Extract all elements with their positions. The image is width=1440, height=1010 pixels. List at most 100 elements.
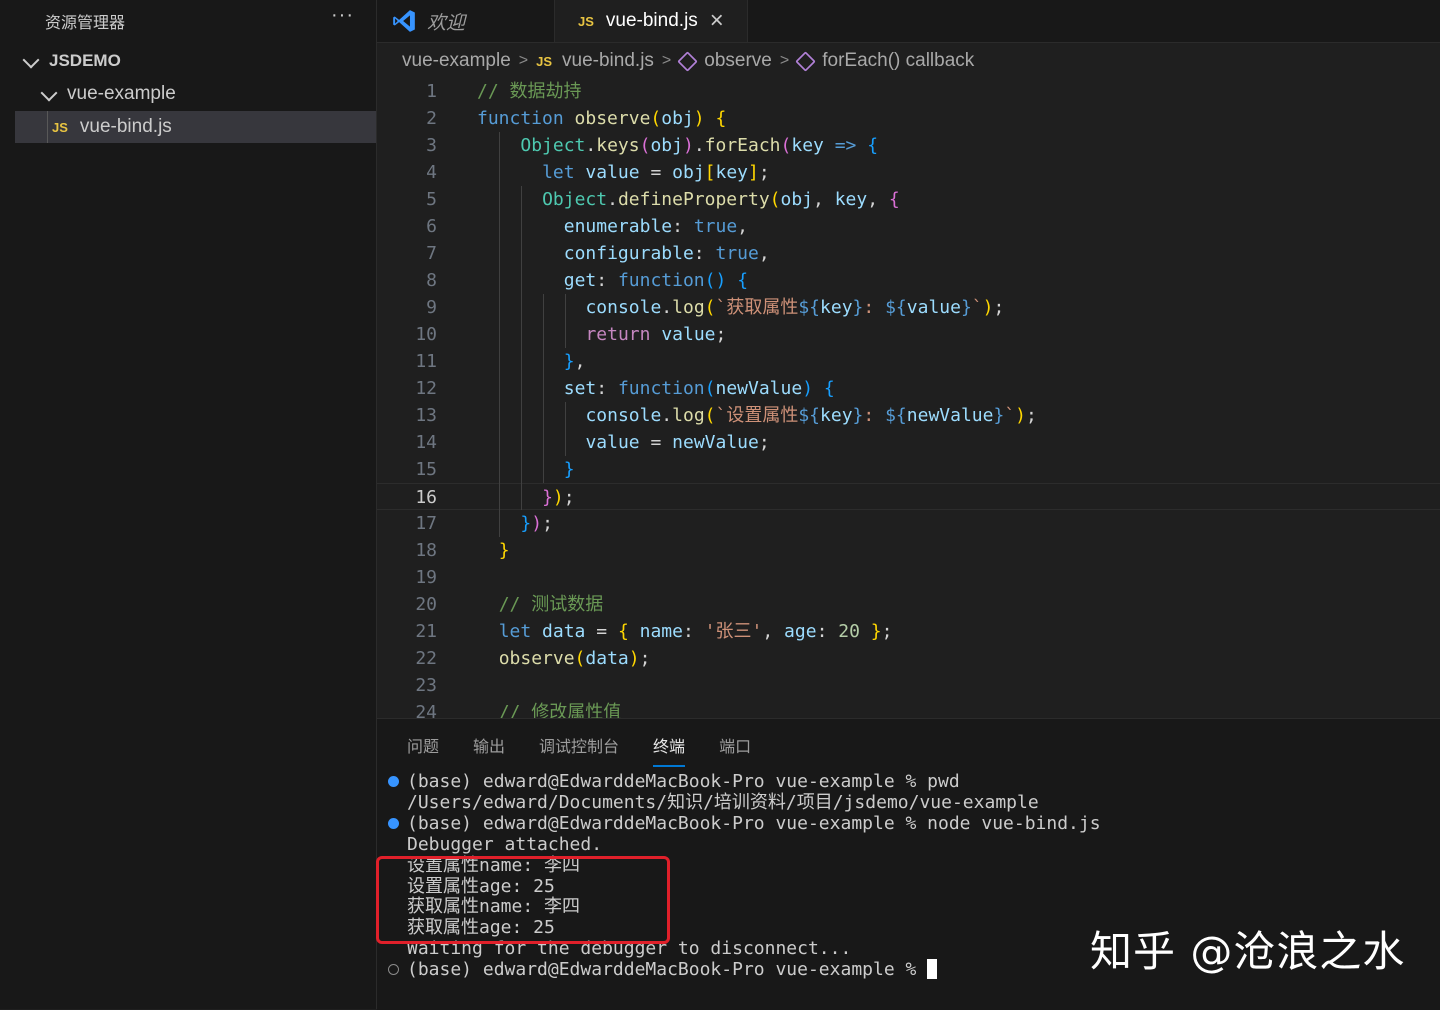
code-line[interactable]: 8 get: function() { xyxy=(377,267,1440,294)
tab-bar: 欢迎 JS vue-bind.js × xyxy=(377,0,1440,43)
code-text: // 数据劫持 xyxy=(477,81,582,102)
tab-output[interactable]: 输出 xyxy=(473,733,505,767)
code-text: console.log(`获取属性${key}: ${value}`); xyxy=(585,297,1005,318)
line-number: 6 xyxy=(426,216,437,237)
line-number: 4 xyxy=(426,162,437,183)
line-number: 1 xyxy=(426,81,437,102)
chevron-right-icon: > xyxy=(661,52,672,69)
code-line[interactable]: 14 value = newValue; xyxy=(377,429,1440,456)
code-line[interactable]: 3 Object.keys(obj).forEach(key => { xyxy=(377,132,1440,159)
breadcrumb-symbol-observe[interactable]: observe xyxy=(704,50,772,72)
indent-guide xyxy=(521,186,522,510)
breadcrumb: vue-example > JS vue-bind.js > observe >… xyxy=(377,43,1440,79)
terminal-line: Debugger attached. xyxy=(407,833,603,855)
breadcrumb-symbol-callback[interactable]: forEach() callback xyxy=(822,50,974,72)
code-line[interactable]: 17 }); xyxy=(377,510,1440,537)
tab-vue-bind-label: vue-bind.js xyxy=(605,10,698,31)
code-line[interactable]: 13 console.log(`设置属性${key}: ${newValue}`… xyxy=(377,402,1440,429)
watermark: 知乎 @沧浪之水 xyxy=(1090,927,1406,976)
js-file-icon: JS xyxy=(578,13,594,29)
terminal-line: (base) edward@EdwarddeMacBook-Pro vue-ex… xyxy=(407,812,1101,834)
tab-welcome[interactable]: 欢迎 xyxy=(377,0,555,42)
line-number: 21 xyxy=(415,621,437,642)
line-number: 16 xyxy=(415,487,437,508)
line-number: 18 xyxy=(415,540,437,561)
terminal-line: /Users/edward/Documents/知识/培训资料/项目/jsdem… xyxy=(407,791,1039,813)
close-icon[interactable]: × xyxy=(710,7,724,35)
vscode-logo-icon xyxy=(393,10,415,32)
folder-vue-example[interactable]: vue-example xyxy=(15,78,376,110)
breadcrumb-folder[interactable]: vue-example xyxy=(402,50,511,72)
code-line[interactable]: 9 console.log(`获取属性${key}: ${value}`); xyxy=(377,294,1440,321)
code-line[interactable]: 6 enumerable: true, xyxy=(377,213,1440,240)
method-cube-icon xyxy=(795,50,816,72)
file-label: vue-bind.js xyxy=(79,116,172,137)
code-line[interactable]: 16 }); xyxy=(377,483,1440,510)
code-text: }); xyxy=(542,487,575,508)
activity-strip xyxy=(0,0,15,1009)
method-cube-icon xyxy=(677,50,698,72)
code-text: }, xyxy=(563,351,586,372)
line-number: 17 xyxy=(415,513,437,534)
workspace-root[interactable]: JSDEMO xyxy=(15,45,376,77)
code-text: } xyxy=(498,540,510,561)
code-text: set: function(newValue) { xyxy=(563,378,835,399)
tab-ports[interactable]: 端口 xyxy=(719,733,751,767)
code-line[interactable]: 10 return value; xyxy=(377,321,1440,348)
line-number: 14 xyxy=(415,432,437,453)
js-file-icon: JS xyxy=(536,53,553,69)
code-line[interactable]: 22 observe(data); xyxy=(377,645,1440,672)
explorer-header: 资源管理器 ··· xyxy=(15,0,376,38)
panel-tabs: 问题 输出 调试控制台 终端 端口 xyxy=(407,733,785,767)
breadcrumb-file[interactable]: vue-bind.js xyxy=(562,50,654,72)
code-line[interactable]: 19 xyxy=(377,564,1440,591)
code-text: }); xyxy=(520,513,553,534)
code-line[interactable]: 23 xyxy=(377,672,1440,699)
indent-guide xyxy=(499,132,500,537)
code-line[interactable]: 2 function observe(obj) { xyxy=(377,105,1440,132)
indent-guide xyxy=(565,294,566,348)
code-text: enumerable: true, xyxy=(563,216,749,237)
file-vue-bind-js[interactable]: JS vue-bind.js xyxy=(15,111,376,143)
line-number: 2 xyxy=(426,108,437,129)
terminal-line: (base) edward@EdwarddeMacBook-Pro vue-ex… xyxy=(407,959,938,980)
line-number: 10 xyxy=(415,324,437,345)
code-line[interactable]: 4 let value = obj[key]; xyxy=(377,159,1440,186)
code-line[interactable]: 1 // 数据劫持 xyxy=(377,78,1440,105)
more-actions-icon[interactable]: ··· xyxy=(331,4,354,27)
chevron-right-icon: > xyxy=(518,52,529,69)
code-line[interactable]: 21 let data = { name: '张三', age: 20 }; xyxy=(377,618,1440,645)
code-line[interactable]: 12 set: function(newValue) { xyxy=(377,375,1440,402)
line-number: 11 xyxy=(415,351,437,372)
command-pending-dot[interactable] xyxy=(388,964,399,976)
indent-guide xyxy=(47,111,48,143)
code-editor[interactable]: 1 // 数据劫持 2 function observe(obj) { 3 Object… xyxy=(377,78,1440,723)
command-status-dot[interactable] xyxy=(388,817,399,829)
code-text: function observe(obj) { xyxy=(477,108,727,129)
command-status-dot[interactable] xyxy=(388,776,399,787)
tab-terminal[interactable]: 终端 xyxy=(653,733,686,767)
code-text: return value; xyxy=(585,324,727,345)
chevron-down-icon xyxy=(22,50,40,72)
line-number: 5 xyxy=(426,189,437,210)
editor-group: 欢迎 JS vue-bind.js × vue-example > JS vue… xyxy=(377,0,1440,723)
code-line[interactable]: 15 } xyxy=(377,456,1440,483)
folder-label: vue-example xyxy=(67,83,176,104)
code-text: console.log(`设置属性${key}: ${newValue}`); xyxy=(585,405,1037,426)
line-number: 12 xyxy=(415,378,437,399)
code-text: let data = { name: '张三', age: 20 }; xyxy=(498,621,893,642)
line-number: 23 xyxy=(415,675,437,696)
tab-problems[interactable]: 问题 xyxy=(407,733,439,767)
tab-vue-bind-js[interactable]: JS vue-bind.js × xyxy=(555,0,748,42)
code-line[interactable]: 20 // 测试数据 xyxy=(377,591,1440,618)
terminal-cursor xyxy=(927,959,938,980)
code-line[interactable]: 5 Object.defineProperty(obj, key, { xyxy=(377,186,1440,213)
line-number: 7 xyxy=(426,243,437,264)
code-line[interactable]: 11 }, xyxy=(377,348,1440,375)
code-line[interactable]: 7 configurable: true, xyxy=(377,240,1440,267)
code-line[interactable]: 18 } xyxy=(377,537,1440,564)
line-number: 3 xyxy=(426,135,437,156)
tab-debug-console[interactable]: 调试控制台 xyxy=(539,733,619,767)
workspace-label: JSDEMO xyxy=(49,51,121,70)
code-text: let value = obj[key]; xyxy=(542,162,770,183)
